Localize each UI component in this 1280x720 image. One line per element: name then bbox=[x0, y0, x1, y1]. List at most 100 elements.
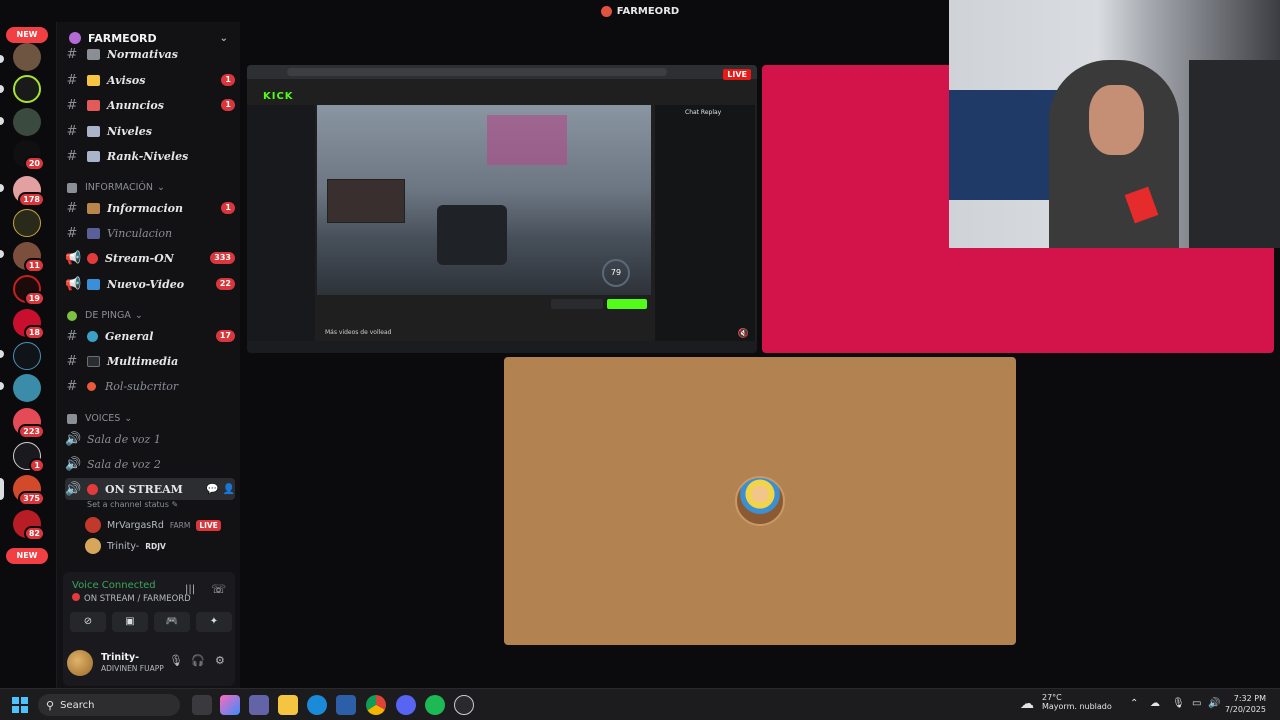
server-icon[interactable]: 178 bbox=[13, 176, 45, 207]
spotify-icon[interactable] bbox=[425, 695, 445, 715]
copilot-icon[interactable] bbox=[220, 695, 240, 715]
server-icon[interactable]: 18 bbox=[13, 309, 45, 340]
unread-pill bbox=[0, 250, 4, 258]
cloud-sync-icon[interactable]: ☁ bbox=[1150, 698, 1160, 709]
camera-off-button[interactable]: ⊘ bbox=[70, 612, 106, 632]
headphones-icon[interactable]: 🎧 bbox=[191, 654, 205, 667]
gear-icon[interactable]: ⚙ bbox=[215, 654, 225, 667]
address-bar bbox=[287, 68, 667, 76]
channel-anuncios[interactable]: # Anuncios 1 bbox=[65, 94, 235, 116]
server-rail: NEW 20 178 11 19 18 223 1 375 82 NEW bbox=[0, 22, 56, 688]
signal-icon[interactable]: ||| bbox=[185, 584, 195, 595]
taskbar-search[interactable]: ⚲ Search bbox=[38, 694, 180, 716]
chevron-down-icon: ⌄ bbox=[157, 182, 165, 193]
voice-channel-sala1[interactable]: 🔊 Sala de voz 1 bbox=[65, 428, 235, 450]
store-icon[interactable] bbox=[336, 695, 356, 715]
channel-rol-subcritor[interactable]: # Rol-subcritor bbox=[65, 375, 235, 397]
user-status: ADIVINEN FUAPP bbox=[101, 664, 164, 673]
screenshare-tile[interactable]: KICK 79 Chat Replay LIVE Más videos de v… bbox=[247, 65, 757, 353]
hash-icon: # bbox=[66, 353, 78, 369]
avatar[interactable] bbox=[67, 650, 93, 676]
voice-user-mrvargasrd[interactable]: MrVargasRd FARM LIVE bbox=[85, 517, 221, 533]
mute-icon[interactable]: 🔇 bbox=[738, 329, 749, 339]
channel-normativas[interactable]: # Normativas bbox=[65, 48, 235, 60]
chart-icon bbox=[87, 125, 100, 137]
file-explorer-icon[interactable] bbox=[278, 695, 298, 715]
speaker-icon: 🔊 bbox=[65, 456, 82, 472]
activities-button[interactable]: 🎮 bbox=[154, 612, 190, 632]
server-icon[interactable]: 20 bbox=[13, 140, 45, 171]
participant-tile[interactable] bbox=[504, 357, 1016, 645]
category-de-pinga[interactable]: DE PINGA ⌄ bbox=[67, 310, 143, 321]
follow-button bbox=[607, 299, 647, 309]
windows-start-icon[interactable] bbox=[12, 697, 28, 713]
voice-channel-on-stream[interactable]: 🔊 ON STREAM 💬 👤 bbox=[65, 478, 235, 500]
chrome-icon[interactable] bbox=[366, 695, 386, 715]
game-video bbox=[317, 105, 651, 295]
channel-status[interactable]: Set a channel status ✎ bbox=[87, 500, 178, 509]
hash-icon: # bbox=[66, 97, 78, 113]
voice-channel-link[interactable]: ON STREAM / FARMEORD bbox=[72, 593, 191, 604]
teams-icon[interactable] bbox=[249, 695, 269, 715]
server-icon[interactable]: 1 bbox=[13, 442, 45, 473]
microphone-icon[interactable]: 🎙 bbox=[169, 654, 183, 667]
red-circle-icon bbox=[87, 483, 98, 495]
server-icon[interactable] bbox=[13, 342, 41, 370]
channel-nuevo-video[interactable]: 📢 Nuevo-Video 22 bbox=[65, 273, 235, 295]
screen-share-button[interactable]: ▣ bbox=[112, 612, 148, 632]
chevron-up-icon[interactable]: ⌃ bbox=[1130, 698, 1138, 709]
channel-niveles[interactable]: # Niveles bbox=[65, 120, 235, 142]
server-icon[interactable] bbox=[13, 108, 41, 136]
unread-pill bbox=[0, 382, 4, 390]
weather-widget[interactable]: ☁ 27°C Mayorm. nublado bbox=[1020, 693, 1112, 712]
display-icon[interactable]: ▭ bbox=[1192, 698, 1201, 709]
clock[interactable]: 7:32 PM 7/20/2025 bbox=[1225, 693, 1266, 715]
speaker-icon bbox=[67, 413, 77, 424]
speaker-icon: 🔊 bbox=[65, 431, 82, 447]
clipboard-icon bbox=[67, 182, 77, 193]
chevron-down-icon: ⌄ bbox=[219, 32, 228, 44]
obs-icon[interactable] bbox=[454, 695, 474, 715]
server-icon[interactable]: 19 bbox=[13, 275, 45, 306]
task-view-icon[interactable] bbox=[192, 695, 212, 715]
category-voices[interactable]: VOICES ⌄ bbox=[67, 413, 132, 424]
server-icon[interactable]: 223 bbox=[13, 408, 45, 439]
megaphone-icon: 📢 bbox=[65, 276, 82, 292]
voice-user-trinity[interactable]: Trinity- RDJV bbox=[85, 538, 166, 554]
star-icon bbox=[87, 381, 96, 391]
hash-icon: # bbox=[66, 72, 78, 88]
server-icon[interactable] bbox=[13, 209, 41, 237]
channel-informacion[interactable]: # Informacion 1 bbox=[65, 197, 235, 219]
channel-avisos[interactable]: # Avisos 1 bbox=[65, 69, 235, 91]
soundboard-button[interactable]: ✦ bbox=[196, 612, 232, 632]
server-icon[interactable] bbox=[13, 374, 41, 402]
window-title: FARMEORD bbox=[616, 5, 680, 17]
hash-icon: # bbox=[66, 148, 78, 164]
microphone-icon[interactable]: 🎙 bbox=[1172, 698, 1185, 709]
server-icon[interactable]: 82 bbox=[13, 510, 45, 541]
server-icon[interactable] bbox=[13, 43, 41, 71]
red-circle-icon bbox=[72, 593, 80, 601]
volume-icon[interactable]: 🔊 bbox=[1208, 698, 1220, 709]
channel-multimedia[interactable]: # Multimedia bbox=[65, 350, 235, 372]
edge-icon[interactable] bbox=[307, 695, 327, 715]
add-user-icon[interactable]: 👤 bbox=[223, 484, 235, 495]
hash-icon: # bbox=[66, 378, 78, 394]
channel-general[interactable]: # General 17 bbox=[65, 325, 235, 347]
megaphone-icon bbox=[87, 99, 100, 111]
server-icon[interactable]: 11 bbox=[13, 242, 45, 273]
dresser bbox=[1189, 60, 1280, 248]
discord-icon[interactable] bbox=[396, 695, 416, 715]
server-icon[interactable] bbox=[13, 75, 41, 103]
windows-taskbar: ⚲ Search ☁ 27°C Mayorm. nublado ⌃ ☁ 🎙 ▭ 🔊… bbox=[0, 688, 1280, 720]
disconnect-icon[interactable]: ☏ bbox=[211, 582, 226, 596]
chat-bubble-icon[interactable]: 💬 bbox=[206, 484, 218, 495]
channel-stream-on[interactable]: 📢 Stream-ON 333 bbox=[65, 247, 235, 269]
new-badge: NEW bbox=[6, 548, 48, 564]
channel-rank-niveles[interactable]: # Rank-Niveles bbox=[65, 145, 235, 167]
category-informacion[interactable]: INFORMACIÓN ⌄ bbox=[67, 182, 165, 193]
channel-vinculacion[interactable]: # Vinculacion bbox=[65, 222, 235, 244]
server-icon-farmeord[interactable]: 375 bbox=[13, 475, 45, 506]
voice-channel-sala2[interactable]: 🔊 Sala de voz 2 bbox=[65, 453, 235, 475]
guild-icon bbox=[69, 32, 81, 44]
